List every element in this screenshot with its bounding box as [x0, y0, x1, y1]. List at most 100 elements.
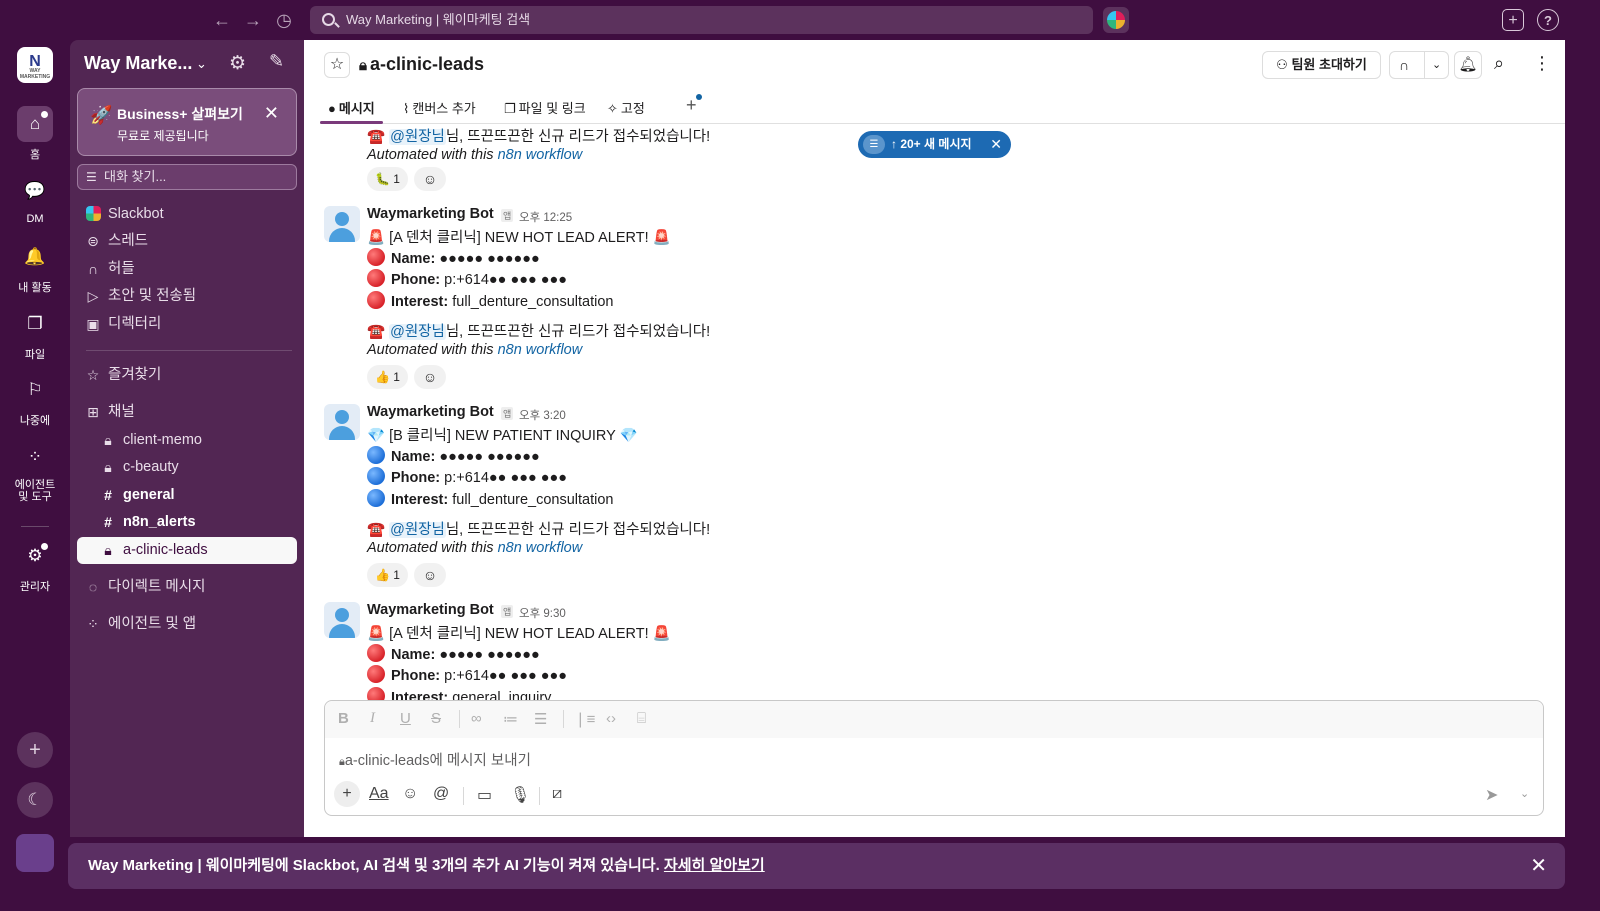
- message-input[interactable]: 🔒︎a-clinic-leads에 메시지 보내기: [339, 749, 531, 770]
- more-vertical-icon[interactable]: ⋮: [1533, 53, 1551, 74]
- search-placeholder: Way Marketing | 웨이마케팅 검색: [346, 12, 531, 27]
- notifications-icon[interactable]: 🔔︎: [1454, 51, 1482, 79]
- channel-c-beauty[interactable]: 🔒︎ c-beauty: [77, 454, 297, 481]
- underline-icon[interactable]: U: [400, 710, 411, 727]
- blue-circle-icon: [367, 446, 385, 464]
- reaction-pill[interactable]: 👍 1: [367, 365, 408, 389]
- invite-button[interactable]: ⚇ 팀원 초대하기: [1262, 51, 1381, 79]
- rail-agents[interactable]: ⁘ 에이전트 및 도구: [0, 439, 70, 503]
- forward-arrow-icon[interactable]: →: [242, 9, 264, 31]
- link-icon[interactable]: ∞: [471, 710, 482, 727]
- rail-label: 관리자: [19, 581, 51, 593]
- ordered-list-icon[interactable]: ≔: [503, 710, 518, 728]
- sidebar-section-apps[interactable]: ⁘ 에이전트 및 앱: [77, 611, 297, 638]
- canvas-add-icon[interactable]: +: [1502, 9, 1524, 31]
- avatar[interactable]: [324, 206, 360, 242]
- sidebar-item-directory[interactable]: ▣ 디렉터리: [77, 311, 297, 338]
- close-icon[interactable]: ✕: [1530, 843, 1547, 889]
- mention-icon[interactable]: @: [433, 785, 449, 803]
- tab-messages[interactable]: ● 메시지: [328, 98, 375, 117]
- add-reaction-icon[interactable]: ☺: [414, 167, 446, 191]
- timestamp[interactable]: 오후 9:30: [519, 605, 566, 621]
- add-reaction-icon[interactable]: ☺: [414, 365, 446, 389]
- sidebar-section-dms[interactable]: ◌ 다이렉트 메시지: [77, 574, 297, 601]
- slash-command-icon[interactable]: ⧄: [552, 785, 562, 803]
- user-mention[interactable]: @원장님: [389, 324, 446, 340]
- attach-plus-icon[interactable]: +: [334, 781, 360, 807]
- add-reaction-icon[interactable]: ☺: [414, 563, 446, 587]
- workflow-link[interactable]: n8n workflow: [498, 342, 583, 358]
- microphone-icon[interactable]: 🎙︎: [510, 785, 530, 805]
- rail-activity[interactable]: 🔔 내 활동: [0, 239, 70, 295]
- user-avatar[interactable]: [16, 834, 54, 872]
- bold-icon[interactable]: B: [338, 710, 349, 727]
- settings-gear-icon[interactable]: ⚙: [229, 52, 246, 75]
- workflow-link[interactable]: n8n workflow: [498, 147, 583, 163]
- rail-home[interactable]: ⌂ 홈: [0, 106, 70, 162]
- tab-pinned[interactable]: ✧ 고정: [607, 98, 645, 117]
- close-icon[interactable]: ✕: [264, 103, 279, 124]
- tab-files-links[interactable]: ❐ 파일 및 링크: [504, 98, 586, 117]
- compose-icon[interactable]: ✎: [269, 51, 284, 72]
- emoji-icon[interactable]: ☺: [402, 785, 418, 803]
- sidebar-item-threads[interactable]: ⊜ 스레드: [77, 228, 297, 255]
- slack-ai-button[interactable]: [1103, 7, 1129, 33]
- code-block-icon[interactable]: ⌸: [637, 710, 646, 727]
- close-icon[interactable]: ✕: [990, 131, 1002, 158]
- tab-canvas[interactable]: ⌇ 캔버스 추가: [403, 98, 476, 117]
- user-mention[interactable]: @원장님: [389, 129, 446, 145]
- chevron-down-icon[interactable]: ⌄: [196, 56, 207, 72]
- rail-files[interactable]: ❐ 파일: [0, 306, 70, 362]
- rail-later[interactable]: ⚐ 나중에: [0, 372, 70, 428]
- search-icon[interactable]: ⌕: [1494, 53, 1504, 74]
- sidebar-section-channels[interactable]: ⊞ 채널: [77, 399, 297, 426]
- rail-admin[interactable]: ⚙ 관리자: [0, 538, 70, 594]
- user-mention[interactable]: @원장님: [389, 522, 446, 538]
- rail-dm[interactable]: 💬 DM: [0, 173, 70, 225]
- history-icon[interactable]: ◷: [273, 9, 295, 31]
- avatar[interactable]: [324, 602, 360, 638]
- sidebar-item-favorites[interactable]: ☆ 즐겨찾기: [77, 362, 297, 389]
- workspace-name[interactable]: Way Marke...: [84, 53, 192, 74]
- reaction-pill[interactable]: 🐛 1: [367, 167, 408, 191]
- channel-a-clinic-leads[interactable]: 🔒︎ a-clinic-leads: [77, 537, 297, 564]
- avatar[interactable]: [324, 404, 360, 440]
- reaction-pill[interactable]: 👍 1: [367, 563, 408, 587]
- channel-title[interactable]: 🔒︎ a-clinic-leads: [359, 54, 484, 75]
- promo-card[interactable]: 🚀 Business+ 살펴보기 무료로 제공됩니다 ✕: [77, 88, 297, 156]
- sidebar-item-drafts[interactable]: ▷ 초안 및 전송됨: [77, 283, 297, 310]
- help-icon[interactable]: ?: [1537, 9, 1559, 31]
- video-icon[interactable]: ▭: [477, 785, 492, 805]
- italic-icon[interactable]: I: [370, 710, 375, 727]
- workspace-logo[interactable]: N WAY MARKETING: [17, 47, 53, 83]
- channel-general[interactable]: # general: [77, 482, 297, 509]
- send-icon[interactable]: ➤: [1485, 785, 1498, 805]
- code-icon[interactable]: ‹›: [606, 710, 616, 727]
- dark-mode-icon[interactable]: ☾: [17, 782, 53, 818]
- learn-more-link[interactable]: 자세히 알아보기: [664, 857, 765, 874]
- channel-n8n-alerts[interactable]: # n8n_alerts: [77, 509, 297, 536]
- blockquote-icon[interactable]: ❘≡: [574, 710, 595, 728]
- workflow-link[interactable]: n8n workflow: [498, 540, 583, 556]
- add-tab-icon[interactable]: +: [686, 94, 702, 116]
- add-workspace-icon[interactable]: +: [17, 732, 53, 768]
- chevron-down-icon[interactable]: ⌄: [1432, 52, 1441, 78]
- huddle-button[interactable]: ∩ ⌄: [1389, 51, 1449, 79]
- chevron-down-icon[interactable]: ⌄: [1520, 787, 1529, 800]
- text-format-icon[interactable]: Aa: [369, 785, 389, 803]
- bullet-list-icon[interactable]: ☰: [534, 710, 547, 728]
- sidebar-item-slackbot[interactable]: Slackbot: [77, 201, 297, 228]
- sidebar-item-huddles[interactable]: ∩ 허들: [77, 256, 297, 283]
- find-conversation-input[interactable]: ☰ 대화 찾기...: [77, 164, 297, 190]
- new-messages-pill[interactable]: ☰ ↑ 20+ 새 메시지 ✕: [858, 131, 1011, 158]
- timestamp[interactable]: 오후 12:25: [519, 209, 572, 225]
- star-icon[interactable]: ☆: [324, 52, 350, 78]
- sender-name[interactable]: Waymarketing Bot: [367, 404, 494, 420]
- search-input[interactable]: Way Marketing | 웨이마케팅 검색: [310, 6, 1093, 34]
- strikethrough-icon[interactable]: S: [431, 710, 441, 727]
- sender-name[interactable]: Waymarketing Bot: [367, 206, 494, 222]
- channel-client-memo[interactable]: 🔒︎ client-memo: [77, 427, 297, 454]
- sender-name[interactable]: Waymarketing Bot: [367, 602, 494, 618]
- back-arrow-icon[interactable]: ←: [211, 9, 233, 31]
- timestamp[interactable]: 오후 3:20: [519, 407, 566, 423]
